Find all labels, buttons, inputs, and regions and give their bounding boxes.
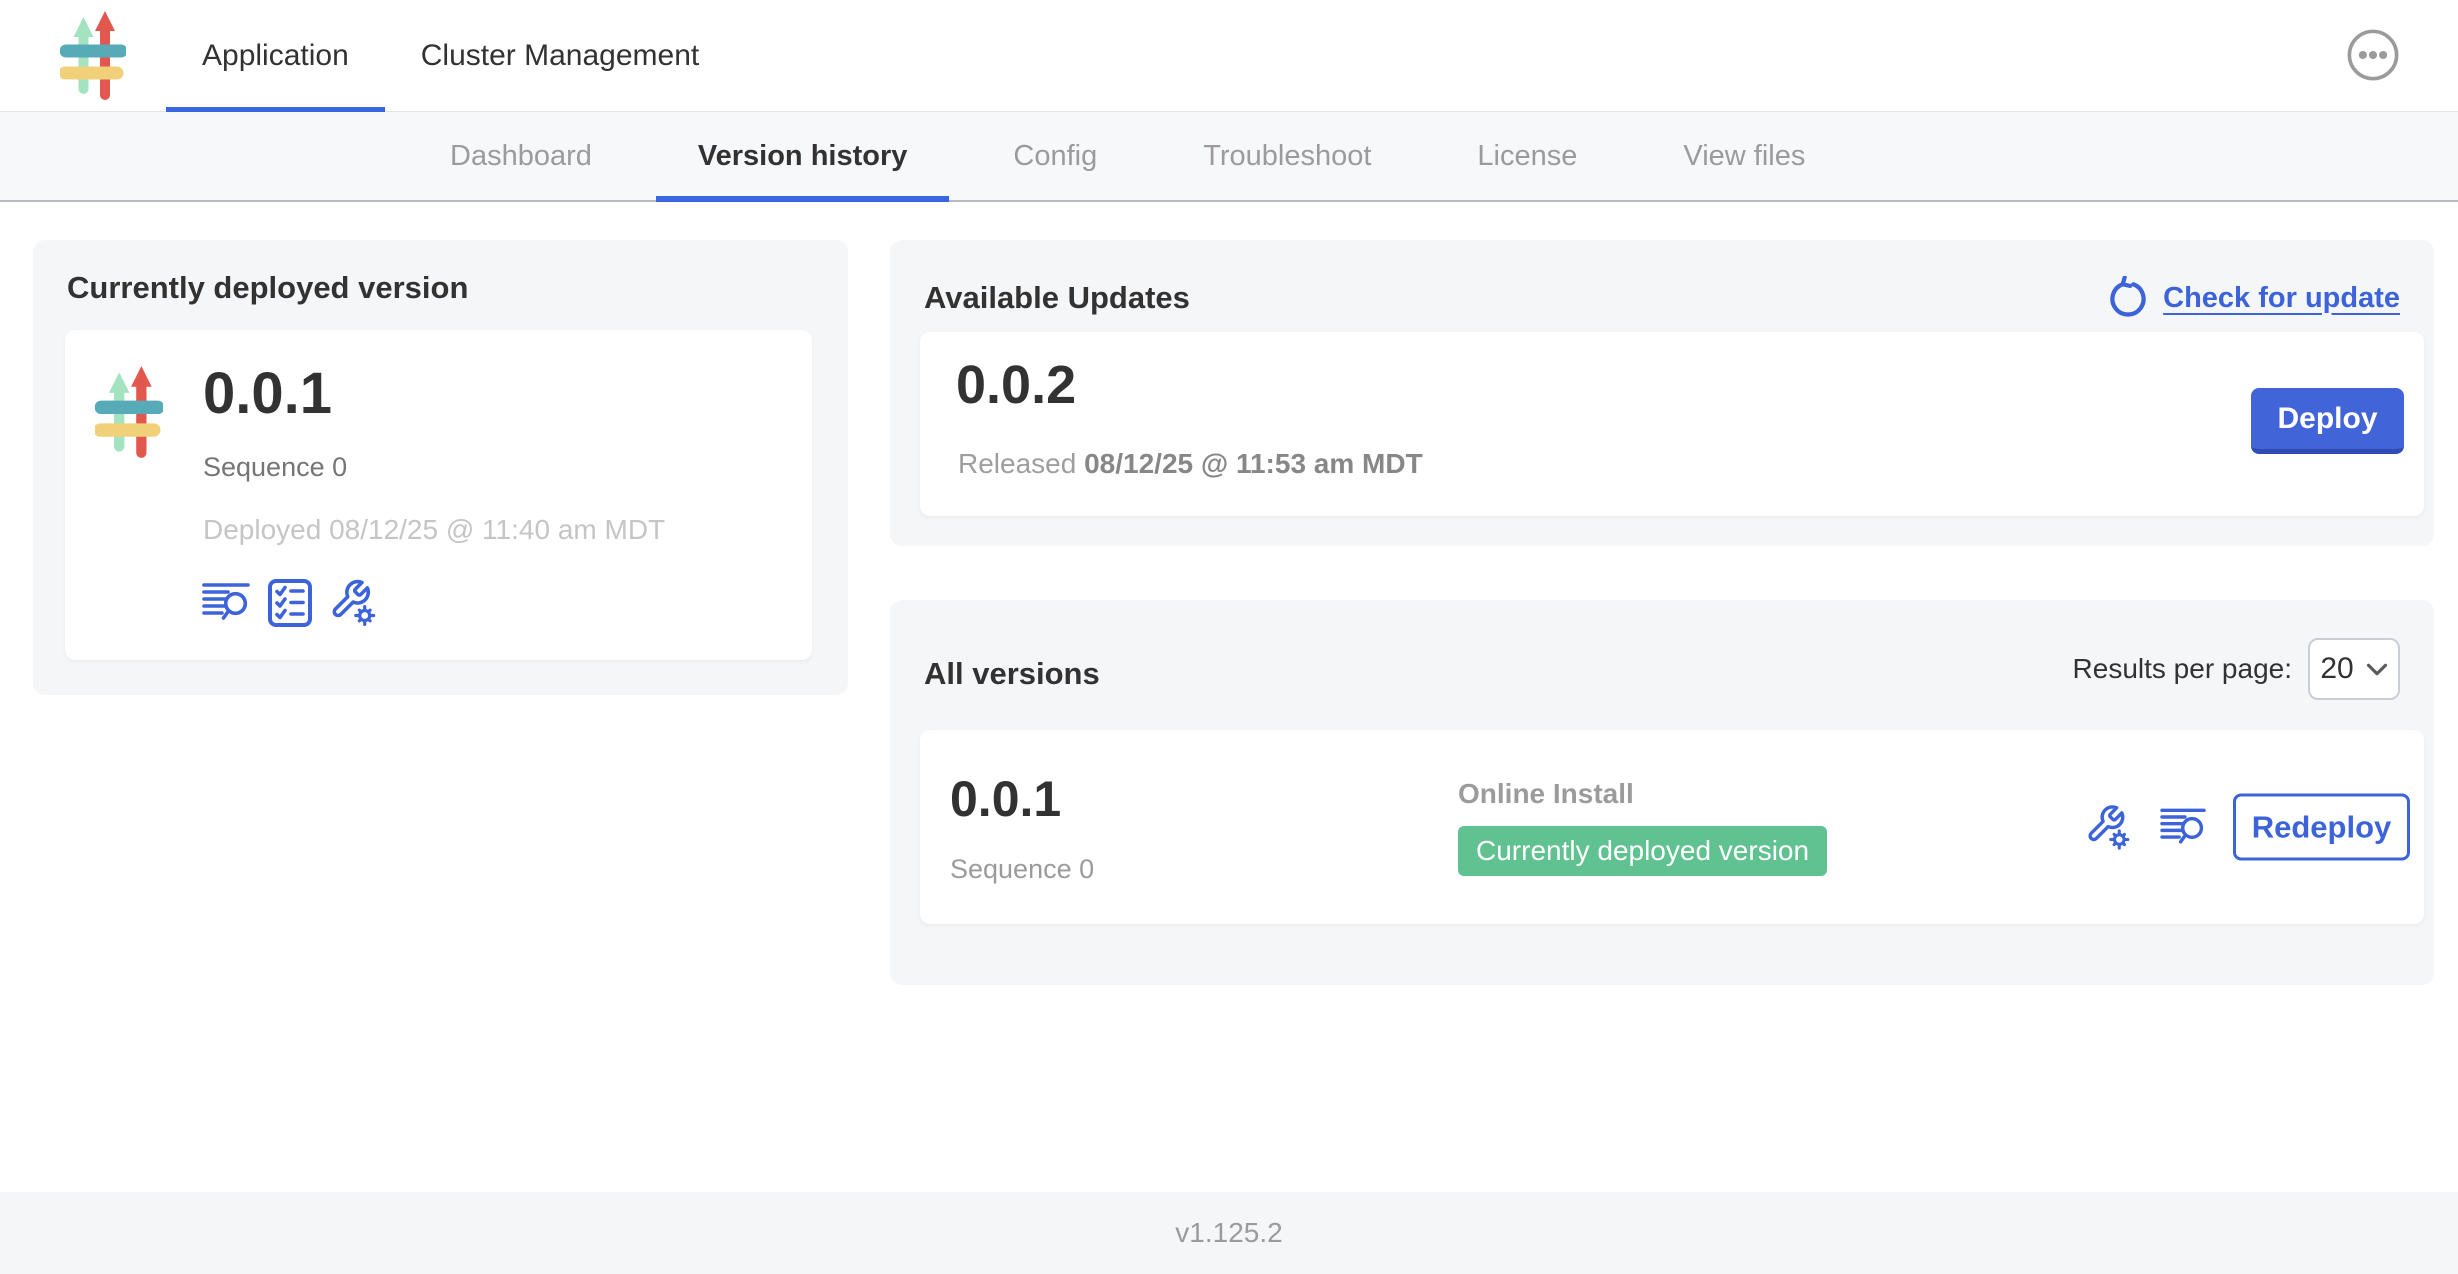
preflight-checks-button[interactable] [267, 578, 313, 628]
deploy-logs-icon [2159, 806, 2207, 848]
available-updates-title: Available Updates [924, 280, 1190, 316]
admin-console-page: Application Cluster Management Dashboard… [0, 0, 2458, 1274]
results-per-page-select[interactable]: 20 [2308, 638, 2400, 700]
check-for-update-link[interactable]: Check for update [2106, 276, 2400, 320]
top-nav: Application Cluster Management [166, 0, 735, 111]
tab-config[interactable]: Config [971, 112, 1139, 200]
console-footer: v1.125.2 [0, 1192, 2458, 1274]
row-actions: Redeploy [2085, 794, 2410, 861]
row-install-type: Online Install [1458, 778, 1827, 810]
edit-config-icon [329, 578, 379, 628]
tab-license[interactable]: License [1435, 112, 1619, 200]
refresh-icon [2106, 276, 2150, 320]
redeploy-button[interactable]: Redeploy [2233, 794, 2410, 861]
edit-config-button[interactable] [2085, 803, 2133, 851]
currently-deployed-badge: Currently deployed version [1458, 826, 1827, 876]
console-version: v1.125.2 [1175, 1217, 1282, 1249]
app-sub-nav: Dashboard Version history Config Trouble… [0, 112, 2458, 202]
version-row: 0.0.1 Sequence 0 Online Install Currentl… [920, 730, 2424, 924]
row-sequence: Sequence 0 [950, 854, 1094, 885]
deploy-button[interactable]: Deploy [2251, 388, 2404, 454]
available-updates-card: Available Updates Check for update 0.0.2… [890, 240, 2434, 546]
preflight-checks-icon [267, 578, 313, 628]
deployed-sequence: Sequence 0 [203, 452, 347, 483]
deploy-logs-button[interactable] [2159, 806, 2207, 848]
tab-version-history[interactable]: Version history [656, 112, 950, 200]
edit-config-icon [2085, 803, 2133, 851]
ellipsis-menu-icon [2346, 28, 2400, 82]
overflow-menu-button[interactable] [2346, 28, 2400, 82]
update-released-timestamp: Released 08/12/25 @ 11:53 am MDT [958, 448, 1423, 480]
update-version-number: 0.0.2 [956, 354, 1076, 416]
deployed-timestamp: Deployed 08/12/25 @ 11:40 am MDT [203, 514, 665, 546]
currently-deployed-card: Currently deployed version 0.0.1 Sequenc… [33, 240, 848, 695]
deploy-logs-button[interactable] [201, 581, 251, 625]
tab-troubleshoot[interactable]: Troubleshoot [1161, 112, 1413, 200]
top-bar: Application Cluster Management [0, 0, 2458, 112]
tab-view-files[interactable]: View files [1641, 112, 1847, 200]
all-versions-card: All versions Results per page: 20 0.0.1 … [890, 600, 2434, 985]
app-logo-icon [95, 366, 163, 459]
deployed-version-actions [201, 578, 379, 628]
all-versions-title: All versions [924, 656, 1100, 692]
chevron-down-icon [2366, 661, 2388, 678]
row-version-number: 0.0.1 [950, 770, 1061, 828]
app-logo-icon [60, 11, 126, 101]
currently-deployed-title: Currently deployed version [67, 270, 814, 306]
edit-config-button[interactable] [329, 578, 379, 628]
results-per-page-control: Results per page: 20 [2073, 638, 2400, 700]
tab-cluster-management[interactable]: Cluster Management [385, 0, 735, 111]
deployed-version-number: 0.0.1 [203, 360, 332, 427]
results-per-page-label: Results per page: [2073, 653, 2292, 685]
deploy-logs-icon [201, 581, 251, 625]
tab-dashboard[interactable]: Dashboard [408, 112, 634, 200]
update-row: 0.0.2 Released 08/12/25 @ 11:53 am MDT D… [920, 332, 2424, 516]
tab-application[interactable]: Application [166, 0, 385, 111]
deployed-version-panel: 0.0.1 Sequence 0 Deployed 08/12/25 @ 11:… [65, 330, 812, 660]
